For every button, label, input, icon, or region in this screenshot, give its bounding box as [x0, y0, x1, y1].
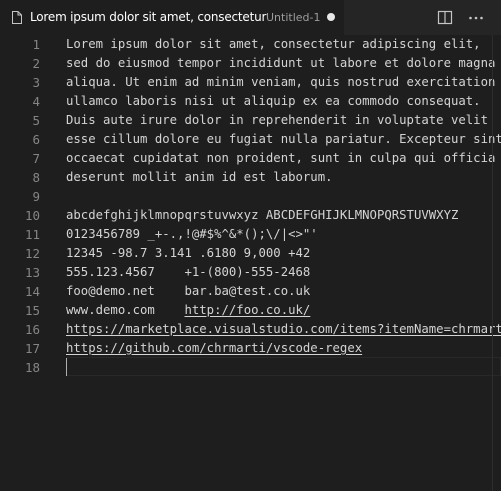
tab-title: Lorem ipsum dolor sit amet, consectetur — [30, 10, 267, 24]
code-line[interactable]: occaecat cupidatat non proident, sunt in… — [66, 149, 495, 168]
code-line[interactable]: 0123456789 _+-.,!@#$%^&*();\/|<>"' — [66, 225, 318, 244]
code-line[interactable]: deserunt mollit anim id est laborum. — [66, 168, 333, 187]
code-line[interactable]: ullamco laboris nisi ut aliquip ex ea co… — [66, 92, 481, 111]
line-number: 9 — [32, 189, 40, 204]
file-icon — [12, 11, 22, 24]
current-line-highlight — [66, 357, 501, 376]
code-text: Lorem ipsum dolor sit amet, consectetur … — [66, 37, 481, 51]
line-number: 17 — [24, 341, 40, 356]
code-line[interactable]: www.demo.com http://foo.co.uk/ — [66, 301, 310, 320]
unsaved-dot-icon[interactable] — [327, 13, 335, 21]
tab-untitled-1[interactable]: Lorem ipsum dolor sit amet, consectetur … — [0, 0, 345, 35]
code-text: 0123456789 _+-.,!@#$%^&*();\/|<>"' — [66, 227, 318, 241]
line-number: 16 — [24, 322, 40, 337]
line-number: 10 — [24, 208, 40, 223]
line-number: 8 — [32, 170, 40, 185]
code-line[interactable]: Duis aute irure dolor in reprehenderit i… — [66, 111, 488, 130]
code-line[interactable]: 12345 -98.7 3.141 .6180 9,000 +42 — [66, 244, 310, 263]
editor-window: Lorem ipsum dolor sit amet, consectetur … — [0, 0, 501, 491]
tab-bar: Lorem ipsum dolor sit amet, consectetur … — [0, 0, 501, 35]
line-number: 11 — [24, 227, 40, 242]
line-number: 15 — [24, 303, 40, 318]
line-number: 5 — [32, 113, 40, 128]
code-line[interactable]: aliqua. Ut enim ad minim veniam, quis no… — [66, 73, 495, 92]
code-text: 12345 -98.7 3.141 .6180 9,000 +42 — [66, 246, 311, 260]
split-editor-icon[interactable] — [434, 7, 456, 29]
code-link[interactable]: http://foo.co.uk/ — [184, 303, 310, 317]
code-text: aliqua. Ut enim ad minim veniam, quis no… — [66, 75, 496, 89]
code-text: Duis aute irure dolor in reprehenderit i… — [66, 113, 488, 127]
line-number: 4 — [32, 94, 40, 109]
code-text: ullamco laboris nisi ut aliquip ex ea co… — [66, 94, 481, 108]
code-link[interactable]: https://github.com/chrmarti/vscode-regex — [66, 341, 362, 355]
code-line[interactable]: sed do eiusmod tempor incididunt ut labo… — [66, 54, 495, 73]
line-number: 2 — [32, 56, 40, 71]
more-actions-icon[interactable] — [465, 7, 487, 29]
code-text: occaecat cupidatat non proident, sunt in… — [66, 151, 496, 165]
text-editor[interactable]: 1 2 3 4 5 6 7 8 9 10 11 12 13 14 15 16 17 18 Lorem ipsum … — [0, 35, 501, 491]
code-line[interactable]: https://marketplace.visualstudio.com/ite… — [66, 320, 501, 339]
code-line[interactable]: esse cillum dolore eu fugiat nulla paria… — [66, 130, 501, 149]
line-number: 18 — [24, 360, 40, 375]
code-text: 555.123.4567 +1-(800)-555-2468 — [66, 265, 311, 279]
line-number: 7 — [32, 151, 40, 166]
line-number: 13 — [24, 265, 40, 280]
line-number: 1 — [32, 37, 40, 52]
code-text: sed do eiusmod tempor incididunt ut labo… — [66, 56, 496, 70]
line-number: 12 — [24, 246, 40, 261]
code-text: esse cillum dolore eu fugiat nulla paria… — [66, 132, 501, 146]
code-link[interactable]: https://marketplace.visualstudio.com/ite… — [66, 322, 501, 336]
code-line[interactable]: abcdefghijklmnopqrstuvwxyz ABCDEFGHIJKLM… — [66, 206, 458, 225]
code-line[interactable]: https://github.com/chrmarti/vscode-regex — [66, 339, 362, 358]
text-cursor — [66, 358, 67, 376]
code-text: deserunt mollit anim id est laborum. — [66, 170, 333, 184]
code-text: abcdefghijklmnopqrstuvwxyz ABCDEFGHIJKLM… — [66, 208, 459, 222]
code-line[interactable]: Lorem ipsum dolor sit amet, consectetur … — [66, 35, 481, 54]
tab-description: Untitled-1 — [266, 11, 321, 24]
code-area[interactable]: Lorem ipsum dolor sit amet, consectetur … — [66, 35, 501, 491]
code-line[interactable]: 555.123.4567 +1-(800)-555-2468 — [66, 263, 310, 282]
line-number: 14 — [24, 284, 40, 299]
line-number: 6 — [32, 132, 40, 147]
code-line[interactable]: foo@demo.net bar.ba@test.co.uk — [66, 282, 310, 301]
code-text: foo@demo.net bar.ba@test.co.uk — [66, 284, 311, 298]
line-number: 3 — [32, 75, 40, 90]
code-text: www.demo.com — [66, 303, 185, 317]
vertical-scrollbar[interactable] — [492, 35, 501, 491]
